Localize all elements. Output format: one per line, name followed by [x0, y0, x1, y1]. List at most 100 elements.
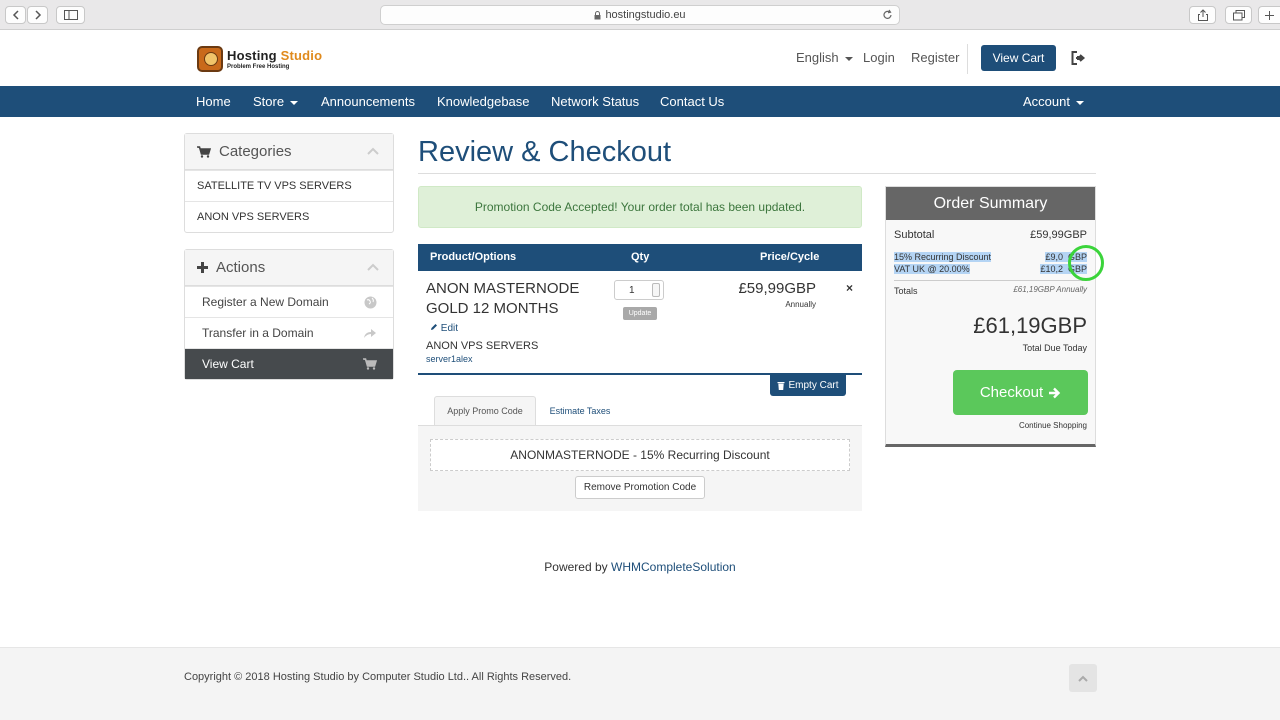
logo-title-accent: Studio [280, 47, 323, 63]
header-divider [967, 44, 968, 74]
chevron-up-icon [1078, 675, 1088, 682]
logout-icon[interactable] [1071, 51, 1087, 65]
totals-row: Totals £61,19GBP Annually [894, 285, 1087, 297]
totals-label: Totals [894, 286, 918, 296]
nav-home[interactable]: Home [196, 94, 231, 109]
caret-down-icon [1075, 100, 1084, 105]
remove-promo-button[interactable]: Remove Promotion Code [575, 476, 705, 499]
totals-value: £61,19GBP Annually [1013, 285, 1087, 294]
tabs-button[interactable] [1225, 6, 1252, 24]
vat-row: VAT UK @ 20.00% £10,2 GBP [894, 264, 1087, 274]
site-logo[interactable]: Hosting Studio Problem Free Hosting [197, 46, 322, 72]
logo-title-primary: Hosting [227, 47, 277, 63]
subtotal-value: £59,99GBP [1030, 229, 1087, 241]
category-anon-vps[interactable]: ANON VPS SERVERS [185, 201, 393, 232]
actions-panel: Actions Register a New Domain Transfer i… [184, 249, 394, 380]
empty-cart-button[interactable]: Empty Cart [770, 375, 846, 396]
edit-product-link[interactable]: Edit [430, 323, 458, 334]
plus-icon [197, 262, 208, 273]
language-label: English [796, 50, 839, 65]
nav-account-label: Account [1023, 94, 1070, 109]
empty-cart-label: Empty Cart [788, 380, 839, 391]
nav-store-label: Store [253, 94, 285, 109]
categories-panel-header[interactable]: Categories [185, 134, 393, 170]
url-text: hostingstudio.eu [605, 9, 686, 21]
sidebar-toggle-button[interactable] [56, 6, 85, 24]
product-group: ANON VPS SERVERS [426, 340, 539, 352]
back-to-top-button[interactable] [1069, 664, 1097, 692]
logo-tagline: Problem Free Hosting [227, 63, 290, 70]
header-qty: Qty [631, 251, 650, 263]
globe-icon [364, 296, 377, 309]
action-transfer-domain-label: Transfer in a Domain [202, 326, 314, 340]
copyright-text: Copyright © 2018 Hosting Studio by Compu… [184, 671, 572, 683]
nav-account[interactable]: Account [1023, 94, 1084, 109]
chevron-right-icon [34, 10, 41, 20]
quantity-input[interactable]: 1 [614, 280, 664, 300]
login-link[interactable]: Login [863, 50, 895, 65]
nav-announcements[interactable]: Announcements [321, 94, 415, 109]
arrow-right-icon [1049, 387, 1061, 398]
discount-row: 15% Recurring Discount £9,0 GBP [894, 252, 1087, 262]
tab-estimate-taxes[interactable]: Estimate Taxes [544, 396, 616, 426]
nav-knowledgebase[interactable]: Knowledgebase [437, 94, 530, 109]
order-summary: Order Summary Subtotal £59,99GBP 15% Rec… [885, 186, 1096, 447]
back-button[interactable] [5, 6, 26, 24]
nav-contact-us[interactable]: Contact Us [660, 94, 724, 109]
forward-button[interactable] [27, 6, 48, 24]
reload-icon[interactable] [882, 9, 893, 21]
shopping-cart-icon [363, 358, 377, 370]
edit-label: Edit [440, 323, 459, 334]
trash-icon [777, 382, 785, 390]
product-price: £59,99GBP [738, 280, 816, 297]
subtotal-label: Subtotal [894, 229, 935, 241]
promo-success-alert: Promotion Code Accepted! Your order tota… [418, 186, 862, 228]
header-price: Price/Cycle [760, 251, 820, 263]
logo-badge-icon [197, 46, 223, 72]
register-link[interactable]: Register [911, 50, 959, 65]
cart-table-header: Product/Options Qty Price/Cycle [418, 244, 862, 271]
header-product: Product/Options [430, 251, 517, 263]
action-register-domain[interactable]: Register a New Domain [185, 286, 393, 317]
nav-store[interactable]: Store [253, 94, 299, 109]
powered-prefix: Powered by [544, 560, 608, 574]
continue-shopping-link[interactable]: Continue Shopping [1019, 421, 1087, 430]
chevron-up-icon[interactable] [367, 147, 379, 155]
page-title: Review & Checkout [418, 136, 672, 168]
new-tab-button[interactable] [1258, 6, 1280, 24]
main-navbar: Home Store Announcements Knowledgebase N… [0, 86, 1280, 117]
action-register-domain-label: Register a New Domain [202, 295, 329, 309]
remove-item-button[interactable]: × [846, 281, 853, 295]
chevron-up-icon[interactable] [367, 263, 379, 271]
action-view-cart-label: View Cart [202, 357, 254, 371]
category-satellite-tv-vps[interactable]: SATELLITE TV VPS SERVERS [185, 170, 393, 201]
nav-network-status[interactable]: Network Status [551, 94, 639, 109]
quantity-value: 1 [629, 285, 635, 296]
language-dropdown[interactable]: English [796, 50, 853, 65]
checkout-button[interactable]: Checkout [953, 370, 1088, 415]
share-button[interactable] [1189, 6, 1216, 24]
view-cart-button[interactable]: View Cart [981, 45, 1056, 71]
tab-apply-promo[interactable]: Apply Promo Code [434, 396, 536, 426]
categories-title: Categories [219, 143, 292, 160]
lock-icon [594, 10, 601, 19]
action-view-cart[interactable]: View Cart [185, 348, 393, 379]
actions-panel-header[interactable]: Actions [185, 250, 393, 286]
share-icon [1197, 9, 1208, 21]
share-arrow-icon [364, 329, 376, 338]
quantity-stepper[interactable] [652, 283, 660, 297]
page-footer: Copyright © 2018 Hosting Studio by Compu… [0, 647, 1280, 720]
action-transfer-domain[interactable]: Transfer in a Domain [185, 317, 393, 348]
applied-promo-code: ANONMASTERNODE - 15% Recurring Discount [430, 439, 850, 471]
total-due-today: Total Due Today [1022, 343, 1087, 353]
sidebar-icon [63, 10, 78, 20]
update-quantity-button[interactable]: Update [623, 307, 657, 320]
whmcs-link[interactable]: WHMCompleteSolution [611, 560, 736, 574]
plus-icon [1265, 10, 1274, 20]
cart-item-row: ANON MASTERNODE GOLD 12 MONTHS Edit ANON… [418, 271, 862, 375]
browser-toolbar: hostingstudio.eu [0, 0, 1280, 30]
categories-panel: Categories SATELLITE TV VPS SERVERS ANON… [184, 133, 394, 233]
order-summary-title: Order Summary [886, 187, 1095, 220]
checkout-label: Checkout [979, 384, 1044, 401]
address-bar[interactable]: hostingstudio.eu [380, 5, 900, 25]
